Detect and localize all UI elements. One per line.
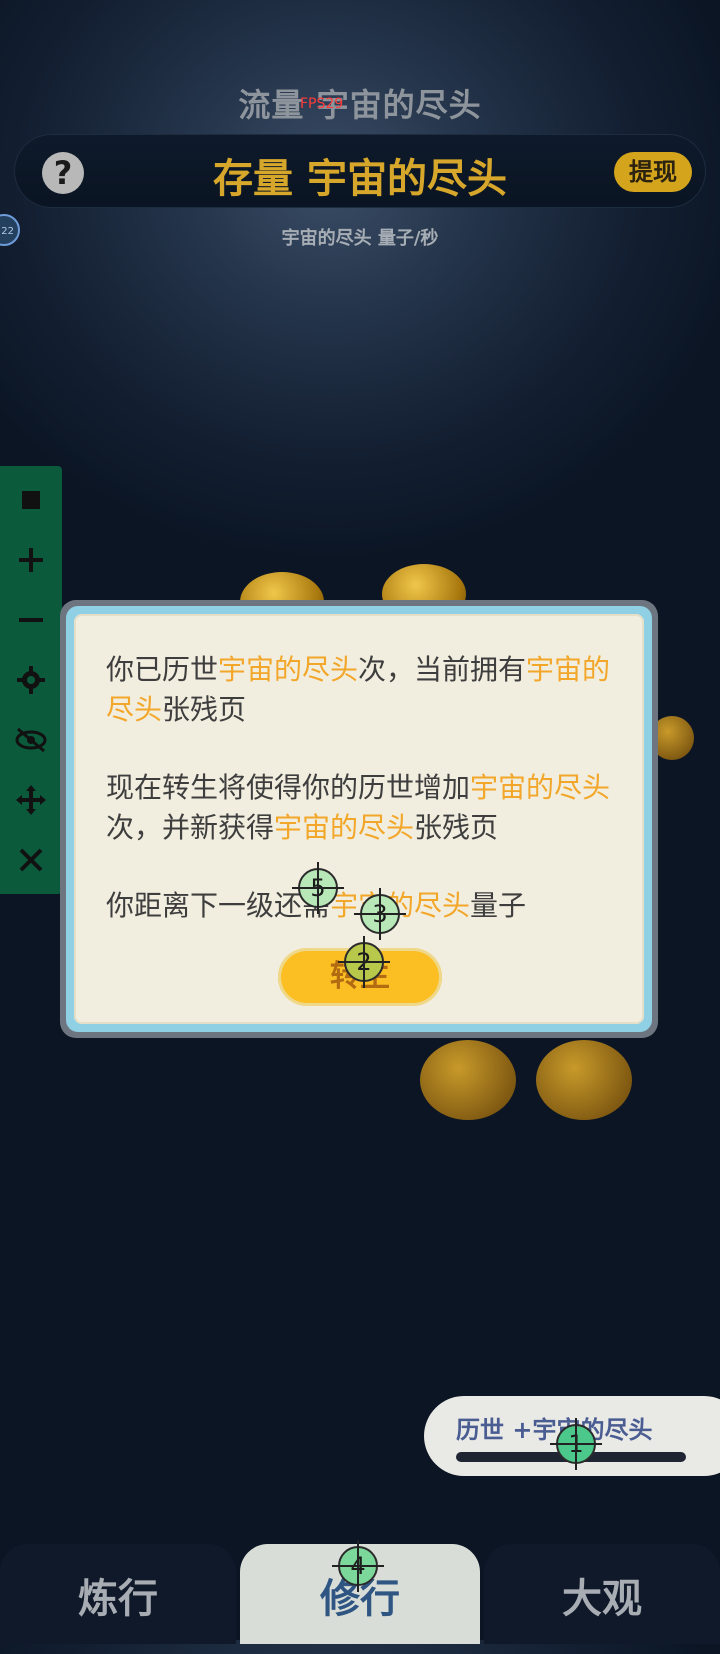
withdraw-button[interactable]: 提现 [614, 152, 692, 192]
stop-icon[interactable] [0, 474, 62, 526]
marker-2: 2 [338, 936, 390, 988]
close-icon[interactable] [0, 834, 62, 886]
frog-foot-left [420, 1040, 516, 1120]
dialog-paragraph-history: 你已历世宇宙的尽头次，当前拥有宇宙的尽头张残页 [106, 653, 611, 726]
floating-toolbar [0, 466, 62, 894]
fps-counter: FPS29 [300, 96, 344, 112]
rate-text: 宇宙的尽头 量子/秒 [281, 228, 439, 249]
gear-icon[interactable] [0, 654, 62, 706]
minus-icon[interactable] [0, 594, 62, 646]
dialog-paragraph-rebirth: 现在转生将使得你的历世增加宇宙的尽头次，并新获得宇宙的尽头张残页 [106, 771, 611, 844]
move-icon[interactable] [0, 774, 62, 826]
marker-1: 1 [550, 1418, 602, 1470]
frog-foot-right [536, 1040, 632, 1120]
flow-title: 流量 宇宙的尽头 [238, 86, 482, 124]
history-text: 历世 +宇宙的尽头 [456, 1416, 653, 1444]
tab-lianxing[interactable]: 炼行 [0, 1544, 236, 1644]
stock-title: 存量 宇宙的尽头 [213, 156, 507, 202]
help-button[interactable]: ? [42, 152, 84, 194]
tab-daguan[interactable]: 大观 [484, 1544, 720, 1644]
plus-icon[interactable] [0, 534, 62, 586]
marker-5: 5 [292, 862, 344, 914]
marker-4: 4 [332, 1540, 384, 1592]
eye-off-icon[interactable] [0, 714, 62, 766]
marker-3: 3 [354, 888, 406, 940]
